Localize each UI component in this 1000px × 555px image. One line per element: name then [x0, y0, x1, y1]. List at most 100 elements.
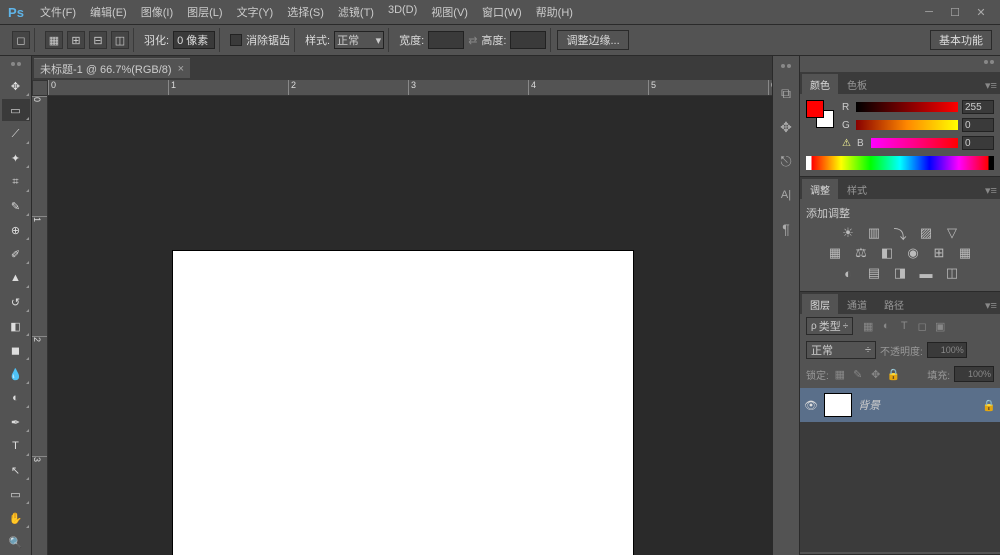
type-tool[interactable]: T [2, 435, 30, 457]
menu-file[interactable]: 文件(F) [34, 1, 82, 23]
exposure-icon[interactable]: ▨ [917, 225, 935, 241]
menu-help[interactable]: 帮助(H) [530, 1, 579, 23]
tab-channels[interactable]: 通道 [839, 294, 875, 314]
workspace-button[interactable]: 基本功能 [930, 30, 992, 50]
filter-adjust-icon[interactable]: ◐ [879, 319, 893, 333]
g-slider[interactable] [856, 120, 958, 130]
gradient-map-icon[interactable]: ▬ [917, 265, 935, 281]
r-slider[interactable] [856, 102, 958, 112]
shape-tool[interactable]: ▭ [2, 483, 30, 505]
hue-icon[interactable]: ▦ [826, 245, 844, 261]
brush-tool[interactable]: ✐ [2, 243, 30, 265]
menu-edit[interactable]: 编辑(E) [84, 1, 133, 23]
filter-pixel-icon[interactable]: ▦ [861, 319, 875, 333]
tab-color[interactable]: 颜色 [802, 74, 838, 94]
tab-swatches[interactable]: 色板 [839, 74, 875, 94]
panel-menu-icon[interactable]: ▾≡ [982, 76, 1000, 94]
threshold-icon[interactable]: ◨ [891, 265, 909, 281]
paragraph-panel-icon[interactable]: A| [774, 180, 798, 210]
layer-thumbnail[interactable] [824, 393, 852, 417]
intersect-selection-icon[interactable]: ◫ [111, 31, 129, 49]
foreground-swatch[interactable] [806, 100, 824, 118]
b-value[interactable]: 0 [962, 136, 994, 150]
eyedropper-tool[interactable]: ✎ [2, 195, 30, 217]
curves-icon[interactable]: ⤵ [891, 225, 909, 241]
character-panel-icon[interactable]: ⎋ [774, 146, 798, 176]
layer-name[interactable]: 背景 [858, 397, 880, 413]
gradient-tool[interactable]: ◼ [2, 339, 30, 361]
antialias-checkbox[interactable] [230, 34, 242, 46]
menu-image[interactable]: 图像(I) [135, 1, 179, 23]
opacity-value[interactable]: 100% [927, 342, 967, 358]
balance-icon[interactable]: ⚖ [852, 245, 870, 261]
photo-filter-icon[interactable]: ◉ [904, 245, 922, 261]
lock-transparency-icon[interactable]: ▦ [833, 367, 847, 381]
eraser-tool[interactable]: ◧ [2, 315, 30, 337]
panel-menu-icon[interactable]: ▾≡ [982, 296, 1000, 314]
zoom-tool[interactable]: 🔍 [2, 531, 30, 553]
b-slider[interactable] [871, 138, 958, 148]
minimize-button[interactable]: ─ [922, 5, 936, 19]
tab-adjustments[interactable]: 调整 [802, 179, 838, 199]
healing-tool[interactable]: ⊕ [2, 219, 30, 241]
vibrance-icon[interactable]: ▽ [943, 225, 961, 241]
document-tab[interactable]: 未标题-1 @ 66.7%(RGB/8) × [34, 58, 190, 78]
magic-wand-tool[interactable]: ✦ [2, 147, 30, 169]
canvas-viewport[interactable] [48, 96, 772, 555]
brightness-icon[interactable]: ☀ [839, 225, 857, 241]
menu-select[interactable]: 选择(S) [281, 1, 330, 23]
stamp-tool[interactable]: ▲ [2, 267, 30, 289]
path-select-tool[interactable]: ↖ [2, 459, 30, 481]
bw-icon[interactable]: ◧ [878, 245, 896, 261]
mixer-icon[interactable]: ⊞ [930, 245, 948, 261]
lock-all-icon[interactable]: 🔒 [887, 367, 901, 381]
subtract-selection-icon[interactable]: ⊟ [89, 31, 107, 49]
fill-value[interactable]: 100% [954, 366, 994, 382]
ruler-vertical[interactable]: 012345 [32, 96, 48, 555]
tab-paths[interactable]: 路径 [876, 294, 912, 314]
menu-view[interactable]: 视图(V) [425, 1, 474, 23]
menu-3d[interactable]: 3D(D) [382, 1, 423, 23]
styles-panel-icon[interactable]: ¶ [774, 214, 798, 244]
marquee-tool[interactable]: ▭ [2, 99, 30, 121]
menu-filter[interactable]: 滤镜(T) [332, 1, 380, 23]
levels-icon[interactable]: ▥ [865, 225, 883, 241]
lock-pixels-icon[interactable]: ✎ [851, 367, 865, 381]
tab-styles[interactable]: 样式 [839, 179, 875, 199]
width-input[interactable] [428, 31, 464, 49]
refine-edge-button[interactable]: 调整边缘... [557, 30, 628, 50]
ruler-horizontal[interactable]: 01234567 [48, 80, 772, 96]
lasso-tool[interactable]: ⟋ [2, 123, 30, 145]
maximize-button[interactable]: ☐ [948, 5, 962, 19]
filter-smart-icon[interactable]: ▣ [933, 319, 947, 333]
style-select[interactable]: 正常▾ [334, 31, 384, 49]
selective-icon[interactable]: ◫ [943, 265, 961, 281]
dodge-tool[interactable]: ◐ [2, 387, 30, 409]
panel-menu-icon[interactable]: ▾≡ [982, 181, 1000, 199]
posterize-icon[interactable]: ▤ [865, 265, 883, 281]
invert-icon[interactable]: ◐ [839, 265, 857, 281]
gamut-warning-icon[interactable]: ⚠ [842, 138, 851, 149]
ruler-origin[interactable] [32, 80, 48, 96]
hand-tool[interactable]: ✋ [2, 507, 30, 529]
tab-layers[interactable]: 图层 [802, 294, 838, 314]
layer-kind-select[interactable]: ρ 类型 ÷ [806, 317, 853, 335]
color-swatches[interactable] [806, 100, 834, 128]
feather-input[interactable]: 0 像素 [173, 31, 215, 49]
close-button[interactable]: ✕ [974, 5, 988, 19]
filter-shape-icon[interactable]: ◻ [915, 319, 929, 333]
pen-tool[interactable]: ✒ [2, 411, 30, 433]
blend-mode-select[interactable]: 正常÷ [806, 341, 876, 359]
swap-icon[interactable]: ⇄ [468, 34, 477, 47]
add-selection-icon[interactable]: ⊞ [67, 31, 85, 49]
visibility-icon[interactable]: 👁 [804, 399, 818, 412]
lock-icon[interactable]: 🔒 [982, 399, 996, 412]
history-brush-tool[interactable]: ↺ [2, 291, 30, 313]
r-value[interactable]: 255 [962, 100, 994, 114]
menu-layer[interactable]: 图层(L) [181, 1, 228, 23]
lock-position-icon[interactable]: ✥ [869, 367, 883, 381]
history-panel-icon[interactable]: ⧉ [774, 78, 798, 108]
move-tool[interactable]: ✥ [2, 75, 30, 97]
lookup-icon[interactable]: ▦ [956, 245, 974, 261]
close-icon[interactable]: × [178, 63, 184, 75]
